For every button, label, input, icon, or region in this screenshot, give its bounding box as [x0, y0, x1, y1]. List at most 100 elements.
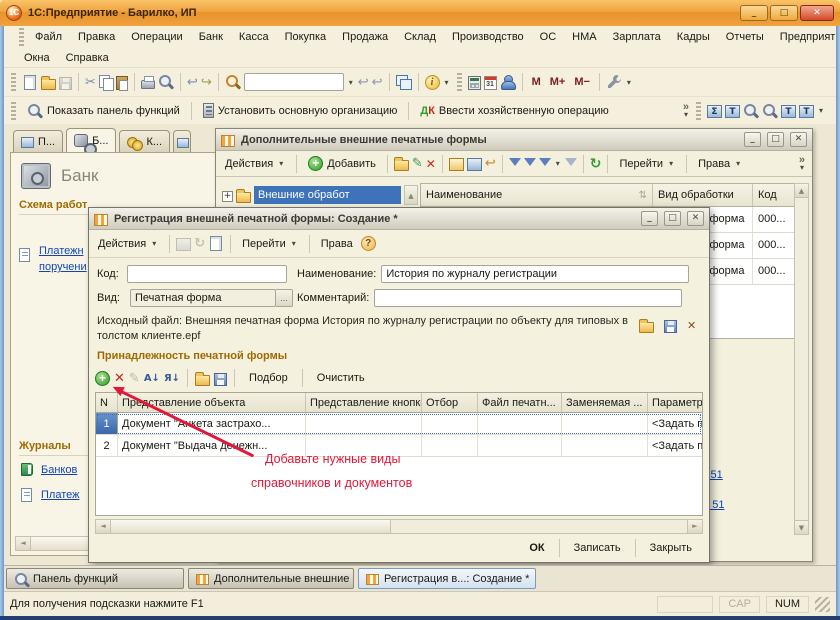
list-rights-button[interactable]: Права ▾	[693, 156, 747, 172]
menu-item-edit[interactable]: Правка	[70, 29, 123, 45]
code-input[interactable]	[127, 265, 287, 283]
report-move-icon[interactable]: T	[799, 105, 814, 118]
menu-item-file[interactable]: Файл	[27, 29, 70, 45]
dialog-goto-button[interactable]: Перейти ▾	[237, 236, 303, 252]
set-main-organization-button[interactable]: Установить основную организацию	[198, 101, 403, 120]
memory-m-minus-button[interactable]: M−	[571, 76, 593, 88]
menu-item-operations[interactable]: Операции	[123, 29, 190, 45]
report-find-list-icon[interactable]	[762, 103, 778, 119]
add-group-icon[interactable]	[394, 160, 409, 171]
kind-select-button[interactable]: ...	[276, 289, 293, 307]
close-button[interactable]: ✕	[800, 5, 834, 21]
scrollbar-thumb[interactable]	[111, 520, 391, 533]
search-dropdown-icon[interactable]: ▾	[347, 78, 355, 87]
refresh-form-icon[interactable]: ↻	[194, 236, 205, 251]
list-minimize-button[interactable]: _	[744, 132, 761, 147]
restore-icon[interactable]: ↩	[485, 156, 496, 171]
list-select-icon[interactable]	[467, 158, 482, 171]
column-code[interactable]: Код	[753, 184, 799, 206]
column-filter[interactable]: Отбор	[422, 393, 478, 412]
refresh-icon[interactable]: ↻	[590, 156, 602, 172]
tree-scroll-up-icon[interactable]: ▲	[404, 185, 418, 205]
dialog-close-button[interactable]: ✕	[687, 211, 704, 226]
service-settings-icon[interactable]	[606, 74, 622, 90]
payment-order-link-line2[interactable]: поручени	[39, 261, 87, 273]
column-file[interactable]: Файл печатн...	[478, 393, 562, 412]
go-link-back-icon[interactable]: ↩	[358, 75, 369, 90]
column-button[interactable]: Представление кнопки	[306, 393, 422, 412]
tab-bank[interactable]: Б...	[66, 128, 116, 152]
resize-grip[interactable]	[815, 597, 830, 612]
menu-item-os[interactable]: ОС	[532, 29, 565, 45]
report-table-icon[interactable]: T	[725, 105, 740, 118]
menu-item-warehouse[interactable]: Склад	[396, 29, 444, 45]
calendar-icon[interactable]: 31	[484, 76, 497, 90]
filter-dropdown-icon[interactable]: ▾	[554, 159, 562, 168]
sort-desc-icon[interactable]: Я↓	[164, 373, 180, 384]
column-replaceable[interactable]: Заменяемая ...	[562, 393, 648, 412]
edit-icon[interactable]: ✎	[412, 156, 423, 171]
show-function-panel-button[interactable]: Показать панель функций	[22, 101, 185, 121]
save-icon[interactable]	[59, 77, 72, 90]
task-function-panel[interactable]: Панель функций	[6, 568, 184, 589]
tab-partial[interactable]	[173, 130, 191, 152]
tree-expand-icon[interactable]: +	[222, 191, 233, 202]
scroll-left-icon[interactable]: ◄	[16, 537, 31, 550]
filter-history-icon[interactable]	[539, 158, 551, 172]
list-maximize-button[interactable]: □	[767, 132, 784, 147]
name-input[interactable]	[381, 265, 689, 283]
memory-m-button[interactable]: M	[529, 76, 544, 88]
minimize-button[interactable]: _	[740, 5, 768, 21]
toolbar-overflow-button[interactable]: »▾	[682, 103, 690, 119]
load-list-icon[interactable]	[195, 375, 210, 386]
dialog-rights-button[interactable]: Права	[316, 236, 358, 252]
menu-item-purchase[interactable]: Покупка	[277, 29, 335, 45]
report-summary-icon[interactable]: Σ	[707, 105, 722, 118]
task-external-forms[interactable]: Дополнительные внешние ...	[188, 568, 354, 589]
clear-button[interactable]: Очистить	[310, 369, 372, 387]
write-button[interactable]: Записать	[563, 539, 632, 557]
payment-order-link[interactable]: Платежн	[39, 245, 84, 257]
menu-item-help[interactable]: Справка	[58, 50, 117, 66]
tab-enterprise[interactable]: П...	[13, 130, 63, 152]
list-goto-button[interactable]: Перейти ▾	[614, 156, 680, 172]
undo-icon[interactable]: ↩	[187, 75, 198, 90]
tree-group-row[interactable]: + Внешние обработ ▲	[222, 183, 418, 207]
list-close-button[interactable]: ✕	[790, 132, 807, 147]
scroll-left-icon[interactable]: ◄	[96, 520, 111, 533]
comment-input[interactable]	[374, 289, 682, 307]
scroll-right-icon[interactable]: ►	[687, 520, 702, 533]
info-dropdown-icon[interactable]: ▾	[443, 78, 451, 87]
list-vertical-scrollbar[interactable]: ▲ ▼	[794, 183, 809, 535]
search-input[interactable]	[244, 73, 344, 91]
tree-selected-item[interactable]: Внешние обработ	[254, 186, 401, 204]
reread-icon[interactable]	[176, 238, 191, 251]
copy-form-icon[interactable]	[210, 236, 222, 251]
reports-dropdown-icon[interactable]: ▾	[817, 106, 825, 115]
open-icon[interactable]	[41, 79, 56, 90]
load-file-icon[interactable]	[639, 322, 654, 333]
clear-file-icon[interactable]: ✕	[687, 319, 696, 332]
scroll-up-icon[interactable]: ▲	[795, 184, 808, 198]
save-list-icon[interactable]	[214, 373, 227, 386]
dialog-maximize-button[interactable]: □	[664, 211, 681, 226]
redo-icon[interactable]: ↪	[201, 75, 212, 90]
tab-cash[interactable]: К...	[119, 130, 170, 152]
memory-m-plus-button[interactable]: M+	[547, 76, 569, 88]
scroll-down-icon[interactable]: ▼	[795, 520, 808, 534]
sort-asc-icon[interactable]: А↓	[144, 373, 160, 384]
dialog-actions-button[interactable]: Действия ▾	[93, 236, 163, 252]
report-doc-icon[interactable]: T	[781, 105, 796, 118]
pick-button[interactable]: Подбор	[242, 369, 295, 387]
ok-button[interactable]: ОК	[518, 539, 555, 557]
help-icon[interactable]: ?	[361, 236, 376, 251]
filter-quick-icon[interactable]	[524, 158, 536, 172]
close-dialog-button[interactable]: Закрыть	[639, 539, 703, 557]
go-link-forward-icon[interactable]: ↩	[372, 75, 383, 90]
row-edit-icon[interactable]: ✎	[129, 371, 140, 386]
enter-business-operation-button[interactable]: ДК Ввести хозяйственную операцию	[415, 103, 613, 119]
column-n[interactable]: N	[96, 393, 118, 412]
list-view-icon[interactable]	[449, 158, 464, 171]
user-lock-icon[interactable]	[500, 74, 516, 90]
windows-list-icon[interactable]	[396, 74, 412, 90]
